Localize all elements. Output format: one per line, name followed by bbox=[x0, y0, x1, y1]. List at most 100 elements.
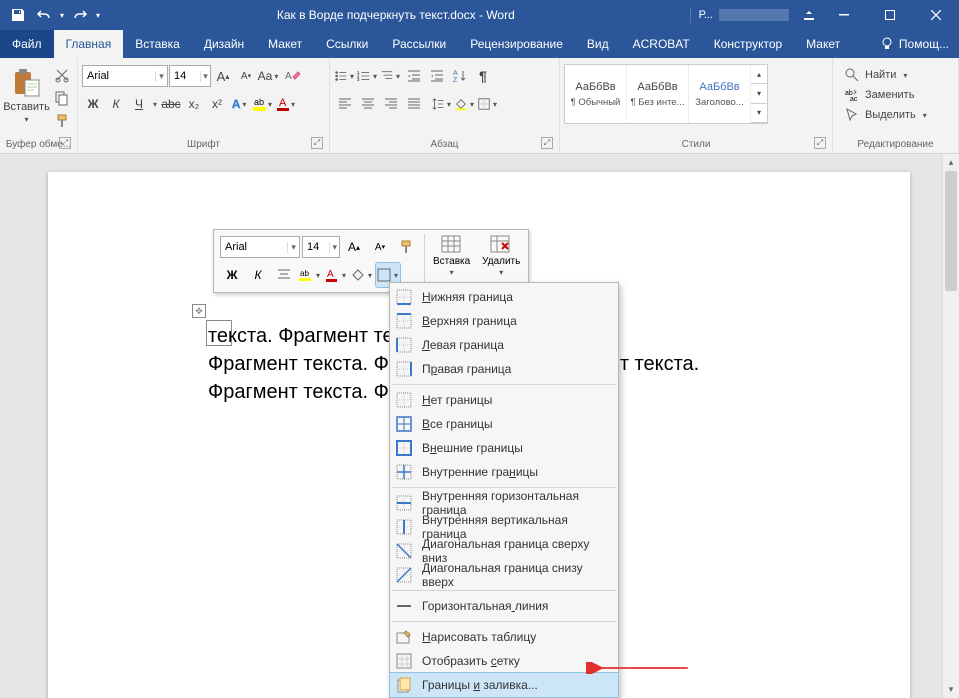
tab-insert[interactable]: Вставка bbox=[123, 30, 192, 58]
menu-item-border-right[interactable]: Правая граница bbox=[390, 357, 618, 381]
italic-button[interactable]: К bbox=[105, 93, 127, 115]
text-effects-button[interactable]: A▾ bbox=[229, 93, 251, 115]
show-marks-button[interactable]: ¶ bbox=[472, 65, 494, 87]
grow-font-button[interactable]: A▴ bbox=[212, 65, 234, 87]
subscript-button[interactable]: x₂ bbox=[183, 93, 205, 115]
table-move-handle[interactable]: ✥ bbox=[192, 304, 206, 318]
clear-format-button[interactable]: A bbox=[281, 65, 303, 87]
justify-button[interactable] bbox=[403, 93, 425, 115]
menu-item-border-top[interactable]: Верхняя граница bbox=[390, 309, 618, 333]
qat-customize[interactable]: ▾ bbox=[94, 11, 102, 20]
mini-bold[interactable]: Ж bbox=[220, 263, 244, 287]
paste-button[interactable]: Вставить ▾ bbox=[4, 64, 49, 127]
clipboard-launcher[interactable]: ⤢ bbox=[59, 137, 71, 149]
menu-item-draw-table[interactable]: Нарисовать таблицу bbox=[390, 625, 618, 649]
indent-increase-button[interactable] bbox=[426, 65, 448, 87]
chevron-down-icon[interactable]: ▾ bbox=[155, 71, 167, 82]
mini-align[interactable] bbox=[272, 263, 296, 287]
undo-button[interactable] bbox=[32, 3, 56, 27]
numbering-button[interactable]: 123▾ bbox=[357, 65, 379, 87]
scroll-thumb[interactable] bbox=[945, 171, 957, 291]
save-button[interactable] bbox=[6, 3, 30, 27]
font-size-combo[interactable]: ▾ bbox=[169, 65, 211, 87]
chevron-down-icon[interactable]: ▾ bbox=[200, 71, 210, 82]
menu-item-border-all[interactable]: Все границы bbox=[390, 412, 618, 436]
maximize-button[interactable] bbox=[867, 0, 913, 30]
align-right-button[interactable] bbox=[380, 93, 402, 115]
document-page[interactable]: ✥ текста. Фрагмент текста. Фрагмент текс… bbox=[48, 172, 910, 698]
shrink-font-button[interactable]: A▾ bbox=[235, 65, 257, 87]
underline-button[interactable]: Ч bbox=[128, 93, 150, 115]
menu-item-border-vin[interactable]: Внутренняя вертикальная граница bbox=[390, 515, 618, 539]
user-account[interactable]: Р... bbox=[690, 7, 797, 23]
menu-item-border-bottom[interactable]: Нижняя граница bbox=[390, 285, 618, 309]
line-spacing-button[interactable]: ▾ bbox=[431, 93, 453, 115]
replace-button[interactable]: abacЗаменить bbox=[841, 86, 932, 104]
multilevel-button[interactable]: ▾ bbox=[380, 65, 402, 87]
borders-button[interactable]: ▾ bbox=[477, 93, 499, 115]
mini-size-combo[interactable]: ▾ bbox=[302, 236, 340, 258]
mini-shading[interactable]: ▾ bbox=[350, 263, 374, 287]
scroll-down[interactable]: ▾ bbox=[943, 681, 959, 698]
scroll-up[interactable]: ▴ bbox=[943, 154, 959, 171]
mini-font-color[interactable]: A▾ bbox=[324, 263, 348, 287]
mini-shrink-font[interactable]: A▾ bbox=[368, 235, 392, 259]
tab-layout[interactable]: Макет bbox=[256, 30, 314, 58]
underline-dropdown[interactable]: ▾ bbox=[151, 100, 159, 109]
menu-item-border-diag-down[interactable]: Диагональная граница сверху вниз bbox=[390, 539, 618, 563]
tab-table-layout[interactable]: Макет bbox=[794, 30, 852, 58]
font-launcher[interactable]: ⤢ bbox=[311, 137, 323, 149]
mini-grow-font[interactable]: A▴ bbox=[342, 235, 366, 259]
shading-button[interactable]: ▾ bbox=[454, 93, 476, 115]
menu-item-borders-shading[interactable]: Границы и заливка... bbox=[390, 673, 618, 697]
mini-format-painter[interactable] bbox=[394, 235, 418, 259]
font-size-input[interactable] bbox=[170, 70, 200, 82]
menu-item-border-inside[interactable]: Внутренние границы bbox=[390, 460, 618, 484]
style-heading1[interactable]: АаБбВвЗаголово... bbox=[689, 65, 751, 123]
tab-table-design[interactable]: Конструктор bbox=[702, 30, 794, 58]
minimize-button[interactable] bbox=[821, 0, 867, 30]
style-no-spacing[interactable]: АаБбВв¶ Без инте... bbox=[627, 65, 689, 123]
tab-mailings[interactable]: Рассылки bbox=[380, 30, 458, 58]
undo-dropdown[interactable]: ▾ bbox=[58, 11, 66, 20]
tab-review[interactable]: Рецензирование bbox=[458, 30, 575, 58]
menu-item-border-left[interactable]: Левая граница bbox=[390, 333, 618, 357]
tab-references[interactable]: Ссылки bbox=[314, 30, 380, 58]
ribbon-options-button[interactable] bbox=[797, 0, 821, 30]
indent-decrease-button[interactable] bbox=[403, 65, 425, 87]
font-name-combo[interactable]: ▾ bbox=[82, 65, 168, 87]
styles-launcher[interactable]: ⤢ bbox=[814, 137, 826, 149]
sort-button[interactable]: AZ bbox=[449, 65, 471, 87]
superscript-button[interactable]: x² bbox=[206, 93, 228, 115]
font-name-input[interactable] bbox=[83, 70, 155, 82]
menu-item-border-outside[interactable]: Внешние границы bbox=[390, 436, 618, 460]
style-normal[interactable]: АаБбВв¶ Обычный bbox=[565, 65, 627, 123]
redo-button[interactable] bbox=[68, 3, 92, 27]
tab-home[interactable]: Главная bbox=[54, 30, 124, 58]
vertical-scrollbar[interactable]: ▴ ▾ bbox=[942, 154, 959, 698]
align-center-button[interactable] bbox=[357, 93, 379, 115]
font-color-button[interactable]: A▾ bbox=[275, 93, 297, 115]
cut-button[interactable] bbox=[51, 64, 73, 86]
bullets-button[interactable]: ▾ bbox=[334, 65, 356, 87]
mini-highlight[interactable]: ab▾ bbox=[298, 263, 322, 287]
menu-item-border-hin[interactable]: Внутренняя горизонтальная граница bbox=[390, 491, 618, 515]
tell-me[interactable]: Помощ... bbox=[869, 30, 959, 58]
strike-button[interactable]: abc bbox=[160, 93, 182, 115]
tab-file[interactable]: Файл bbox=[0, 30, 54, 58]
bold-button[interactable]: Ж bbox=[82, 93, 104, 115]
close-button[interactable] bbox=[913, 0, 959, 30]
mini-italic[interactable]: К bbox=[246, 263, 270, 287]
select-button[interactable]: Выделить▾ bbox=[841, 106, 932, 124]
change-case-button[interactable]: Aa▾ bbox=[258, 65, 280, 87]
copy-button[interactable] bbox=[51, 87, 73, 109]
gallery-more[interactable]: ▾ bbox=[751, 104, 767, 123]
find-button[interactable]: Найти▾ bbox=[841, 66, 932, 84]
tab-view[interactable]: Вид bbox=[575, 30, 621, 58]
gallery-down[interactable]: ▾ bbox=[751, 84, 767, 103]
menu-item-hr[interactable]: Горизонтальная линия bbox=[390, 594, 618, 618]
mini-insert-button[interactable]: Вставка▾ bbox=[427, 232, 476, 280]
mini-delete-button[interactable]: Удалить▾ bbox=[476, 232, 526, 280]
menu-item-view-grid[interactable]: Отобразить сетку bbox=[390, 649, 618, 673]
highlight-button[interactable]: ab▾ bbox=[252, 93, 274, 115]
